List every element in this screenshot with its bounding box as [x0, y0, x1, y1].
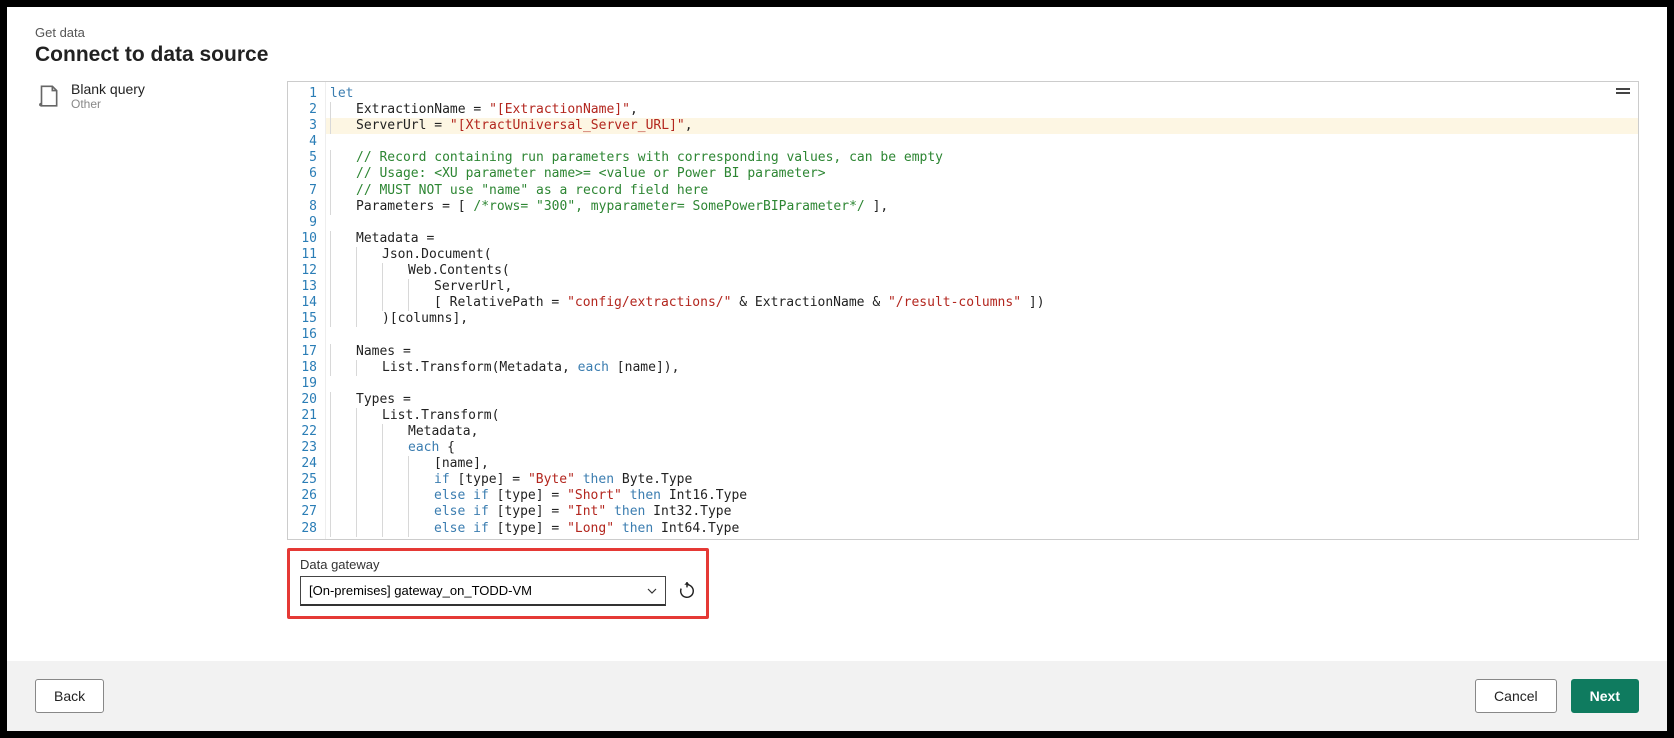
breadcrumb: Get data — [35, 25, 1667, 40]
chevron-down-icon — [647, 586, 657, 596]
back-button[interactable]: Back — [35, 679, 104, 713]
source-type-subtitle: Other — [71, 97, 145, 111]
data-gateway-select[interactable]: [On-premises] gateway_on_TODD-VM — [300, 576, 666, 606]
editor-gutter: 1234567891011121314151617181920212223242… — [288, 82, 326, 539]
page-title: Connect to data source — [35, 43, 1667, 67]
source-type-item[interactable]: Blank query Other — [35, 81, 287, 619]
footer-bar: Back Cancel Next — [7, 661, 1667, 731]
data-gateway-value: [On-premises] gateway_on_TODD-VM — [309, 583, 532, 598]
data-gateway-label: Data gateway — [300, 557, 696, 572]
source-type-title: Blank query — [71, 81, 145, 97]
data-gateway-section: Data gateway [On-premises] gateway_on_TO… — [287, 548, 709, 619]
refresh-icon[interactable] — [678, 582, 696, 600]
code-editor[interactable]: 1234567891011121314151617181920212223242… — [287, 81, 1639, 540]
blank-query-icon — [35, 83, 61, 109]
next-button[interactable]: Next — [1571, 679, 1639, 713]
cancel-button[interactable]: Cancel — [1475, 679, 1557, 713]
editor-code-area[interactable]: letExtractionName = "[ExtractionName]",S… — [326, 82, 1638, 539]
